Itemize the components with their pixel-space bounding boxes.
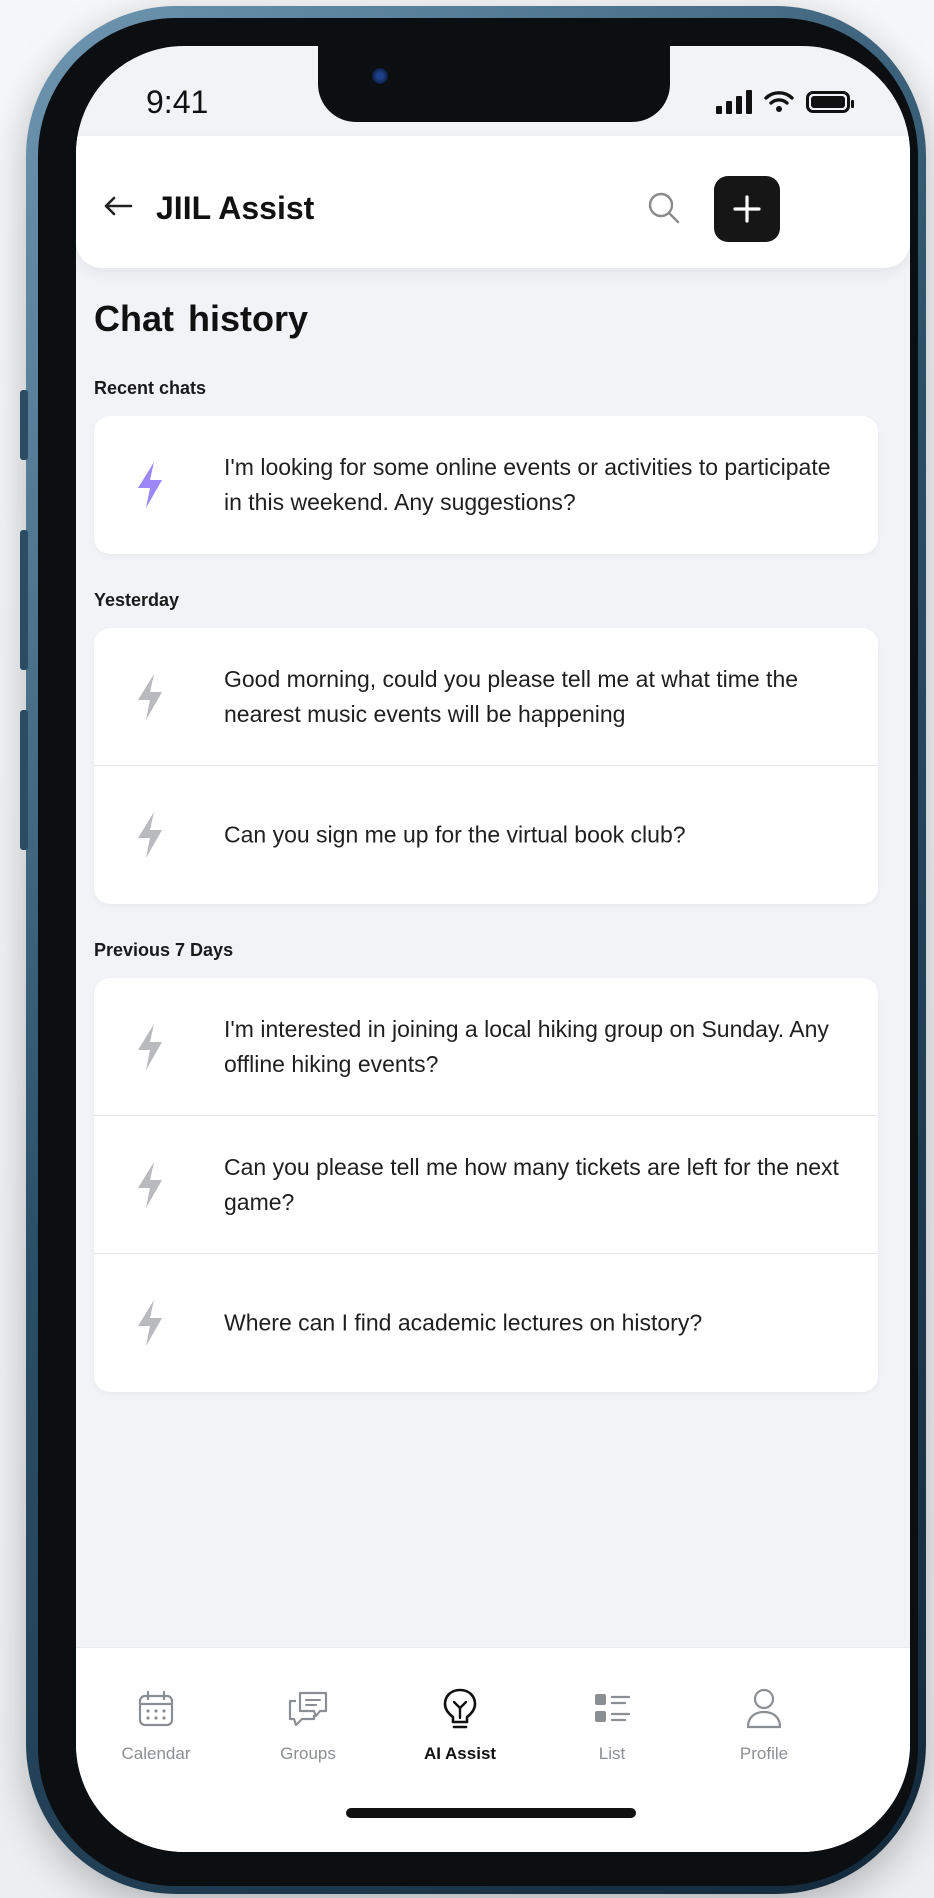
section-label-recent: Recent chats — [94, 378, 207, 398]
chat-history-item[interactable]: Where can I find academic lectures on hi… — [94, 1254, 878, 1392]
camera-notch — [318, 46, 670, 122]
app-screen: 9:41 JIIL Assist Chat history Recent cha… — [76, 46, 910, 1852]
search-icon — [648, 192, 680, 224]
battery-icon — [806, 91, 854, 113]
tab-label: AI Assist — [423, 1744, 497, 1763]
volume-down-button — [20, 710, 28, 850]
back-button[interactable] — [96, 184, 140, 228]
mute-switch — [20, 390, 28, 460]
tab-profile[interactable]: Profile — [704, 1686, 824, 1764]
chat-history-item[interactable]: I'm interested in joining a local hiking… — [94, 978, 878, 1116]
tab-groups[interactable]: Groups — [248, 1686, 368, 1764]
tab-label: List — [598, 1744, 626, 1763]
lightning-icon — [138, 462, 162, 508]
lightning-icon — [138, 673, 162, 720]
tab-label: Profile — [739, 1744, 789, 1763]
wifi-icon — [764, 91, 794, 112]
chat-group-previous-7-days: I'm interested in joining a local hiking… — [94, 978, 878, 1392]
section-label-previous-7-days: Previous 7 Days — [94, 940, 234, 960]
calendar-icon — [138, 1690, 174, 1727]
chat-history-text: Where can I find academic lectures on hi… — [224, 1309, 703, 1336]
chat-group-recent: I'm looking for some online events or ac… — [94, 416, 878, 554]
chat-history-text: Good morning, could you please tell me a… — [224, 665, 799, 727]
chat-history-text: I'm looking for some online events or ac… — [224, 454, 831, 515]
chat-history-text: Can you please tell me how many tickets … — [224, 1153, 839, 1215]
list-icon — [595, 1694, 631, 1722]
chat-history-item[interactable]: Can you please tell me how many tickets … — [94, 1116, 878, 1254]
chat-history-item[interactable]: Good morning, could you please tell me a… — [94, 628, 878, 766]
volume-up-button — [20, 530, 28, 670]
bottom-tab-bar: Calendar Groups AI Assist List Profile — [76, 1647, 910, 1852]
status-icons — [716, 90, 854, 114]
search-button[interactable] — [642, 186, 686, 230]
section-label-yesterday: Yesterday — [94, 590, 180, 610]
lightbulb-icon — [443, 1688, 477, 1729]
app-title: JIIL Assist — [156, 190, 315, 226]
lightning-icon — [138, 1023, 162, 1070]
plus-icon — [733, 195, 761, 223]
chat-history-text: I'm interested in joining a local hiking… — [224, 1015, 829, 1077]
lightning-icon — [138, 1161, 162, 1208]
tab-ai-assist[interactable]: AI Assist — [400, 1686, 520, 1764]
top-header: JIIL Assist — [76, 136, 910, 268]
person-icon — [746, 1688, 782, 1729]
home-indicator[interactable] — [346, 1808, 636, 1818]
tab-label: Calendar — [121, 1744, 191, 1763]
status-time: 9:41 — [146, 84, 209, 120]
chat-history-item[interactable]: I'm looking for some online events or ac… — [94, 416, 878, 554]
signal-icon — [716, 90, 752, 114]
chat-bubbles-icon — [288, 1691, 328, 1727]
tab-label: Groups — [280, 1744, 336, 1763]
chat-history-text: Can you sign me up for the virtual book … — [224, 821, 686, 848]
chat-group-yesterday: Good morning, could you please tell me a… — [94, 628, 878, 904]
page-title: Chat history — [94, 298, 309, 339]
arrow-left-icon — [104, 196, 133, 216]
new-chat-button[interactable] — [714, 176, 780, 242]
chat-history-item[interactable]: Can you sign me up for the virtual book … — [94, 766, 878, 904]
tab-calendar[interactable]: Calendar — [96, 1686, 216, 1764]
lightning-icon — [138, 812, 162, 858]
tab-list[interactable]: List — [552, 1686, 672, 1764]
lightning-icon — [138, 1300, 162, 1346]
